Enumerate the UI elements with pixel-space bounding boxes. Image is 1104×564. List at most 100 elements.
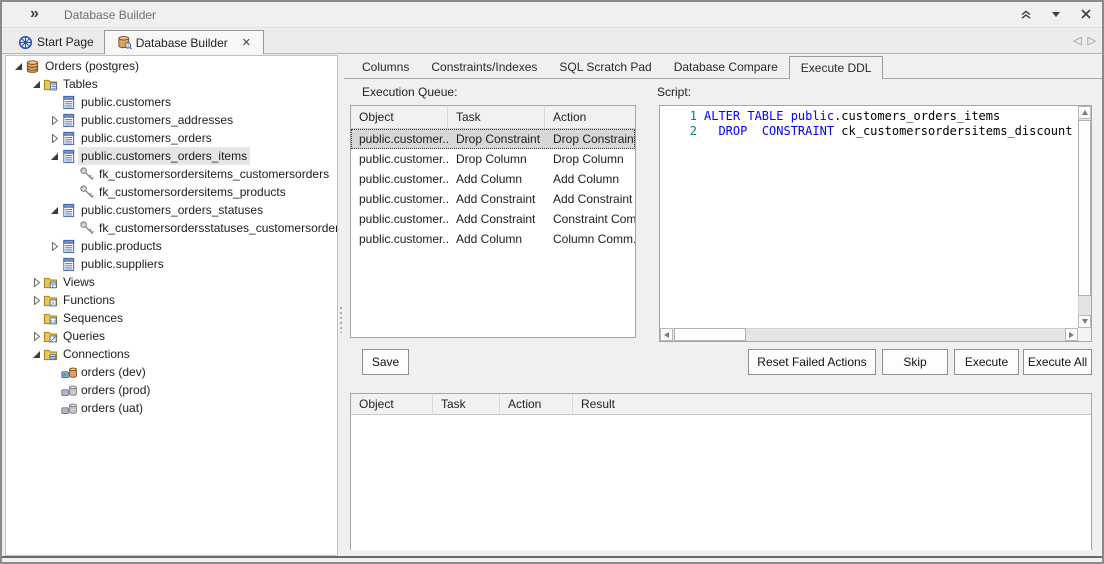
tree-collapsed-icon[interactable] [47, 116, 61, 125]
code-segment-keyword: public [791, 109, 834, 124]
script-editor[interactable]: 1ALTER TABLE public.customers_orders_ite… [659, 105, 1092, 342]
queue-cell-action: Column Comm... [545, 229, 635, 249]
connection-icon [61, 400, 78, 416]
tree-expanded-icon[interactable] [11, 62, 25, 71]
doc-tab-database-builder[interactable]: Database Builder ✕ [104, 30, 264, 54]
tree-item-label: public.customers_orders [78, 129, 215, 147]
tree-item-label: public.suppliers [78, 255, 167, 273]
close-tab-icon[interactable]: ✕ [242, 36, 251, 49]
sql-code-area[interactable]: 1ALTER TABLE public.customers_orders_ite… [660, 106, 1078, 328]
panel-tab-bar: ColumnsConstraints/IndexesSQL Scratch Pa… [344, 56, 1104, 79]
tree-collapsed-icon[interactable] [47, 134, 61, 143]
doc-tab-label: Database Builder [136, 36, 228, 50]
window-overflow-icon[interactable]: » [30, 5, 39, 23]
tree-item-label: Orders (postgres) [42, 57, 142, 75]
save-button[interactable]: Save [362, 349, 409, 375]
tree-item-label: public.customers_addresses [78, 111, 236, 129]
window-menu-caret-icon[interactable] [1048, 6, 1064, 22]
queue-column-header-object: Object [351, 106, 448, 128]
script-vertical-scrollbar[interactable] [1078, 106, 1091, 328]
close-window-icon[interactable] [1078, 6, 1094, 22]
vertical-scroll-thumb[interactable] [1078, 120, 1091, 296]
queue-row[interactable]: public.customer...Drop ColumnDrop Column [351, 149, 635, 169]
results-column-header-result: Result [573, 394, 1091, 414]
doc-tab-label: Start Page [37, 35, 94, 49]
scroll-down-icon[interactable] [1078, 315, 1091, 328]
queue-cell-object: public.customer... [351, 129, 448, 149]
queue-row[interactable]: public.customer...Add ConstraintConstrai… [351, 209, 635, 229]
queries-folder-icon [43, 329, 60, 344]
tree-item-label: Functions [60, 291, 118, 309]
tab-database-compare[interactable]: Database Compare [663, 57, 789, 78]
scroll-up-icon[interactable] [1078, 106, 1091, 119]
tree-item-fk-customersordersitems-customersorders[interactable]: fk_customersordersitems_customersorders [6, 165, 337, 183]
tree-item-public-customers-orders-items[interactable]: public.customers_orders_items [6, 147, 337, 165]
queue-row[interactable]: public.customer...Add ColumnAdd Column [351, 169, 635, 189]
queue-row[interactable]: public.customer...Add ConstraintAdd Cons… [351, 189, 635, 209]
tab-constraints-indexes[interactable]: Constraints/Indexes [420, 57, 548, 78]
tab-scroll-forward-icon[interactable]: ▷ [1088, 34, 1096, 47]
queue-row[interactable]: public.customer...Drop ConstraintDrop Co… [351, 129, 635, 149]
tree-item-public-suppliers[interactable]: public.suppliers [6, 255, 337, 273]
tree-collapsed-icon[interactable] [29, 332, 43, 341]
queue-cell-action: Drop Column [545, 149, 635, 169]
tree-item-orders-dev-[interactable]: orders (dev) [6, 363, 337, 381]
tree-expanded-icon[interactable] [47, 152, 61, 161]
line-number: 1 [660, 109, 704, 124]
tree-item-public-customers[interactable]: public.customers [6, 93, 337, 111]
tree-item-label: Sequences [60, 309, 126, 327]
tree-item-fk-customersordersstatuses-customersorders[interactable]: fk_customersordersstatuses_customersorde… [6, 219, 337, 237]
tree-item-label: Connections [60, 345, 133, 363]
tree-item-queries[interactable]: Queries [6, 327, 337, 345]
tab-sql-scratch-pad[interactable]: SQL Scratch Pad [548, 57, 662, 78]
execute-ddl-panel: ColumnsConstraints/IndexesSQL Scratch Pa… [344, 54, 1104, 556]
tree-expanded-icon[interactable] [47, 206, 61, 215]
tree-item-public-products[interactable]: public.products [6, 237, 337, 255]
tab-execute-ddl[interactable]: Execute DDL [789, 56, 884, 79]
tree-item-public-customers-orders-statuses[interactable]: public.customers_orders_statuses [6, 201, 337, 219]
tree-expanded-icon[interactable] [29, 80, 43, 89]
horizontal-scroll-thumb[interactable] [674, 328, 746, 341]
key-icon [79, 184, 96, 200]
table-icon [61, 149, 78, 164]
connections-folder-icon [43, 347, 60, 362]
queue-row[interactable]: public.customer...Add ColumnColumn Comm.… [351, 229, 635, 249]
tree-item-orders-postgres-[interactable]: Orders (postgres) [6, 57, 337, 75]
document-tab-bar: Start Page Database Builder ✕ ◁ ▷ [2, 29, 1102, 54]
tab-scroll-back-icon[interactable]: ◁ [1073, 34, 1081, 47]
tree-collapsed-icon[interactable] [29, 296, 43, 305]
key-icon [79, 166, 96, 182]
queue-cell-object: public.customer... [351, 169, 448, 189]
tree-item-label: fk_customersordersitems_products [96, 183, 289, 201]
tree-collapsed-icon[interactable] [29, 278, 43, 287]
tree-item-tables[interactable]: Tables [6, 75, 337, 93]
doc-tab-start-page[interactable]: Start Page [8, 31, 104, 53]
scroll-right-icon[interactable] [1065, 328, 1078, 341]
execute-button[interactable]: Execute [954, 349, 1019, 375]
tree-item-public-customers-addresses[interactable]: public.customers_addresses [6, 111, 337, 129]
script-horizontal-scrollbar[interactable] [660, 328, 1078, 341]
results-column-header-task: Task [433, 394, 500, 414]
tree-item-views[interactable]: Views [6, 273, 337, 291]
tree-item-label: Views [60, 273, 98, 291]
tree-expanded-icon[interactable] [29, 350, 43, 359]
execute-all-button[interactable]: Execute All [1023, 349, 1092, 375]
tree-item-orders-prod-[interactable]: orders (prod) [6, 381, 337, 399]
tree-item-fk-customersordersitems-products[interactable]: fk_customersordersitems_products [6, 183, 337, 201]
tab-columns[interactable]: Columns [351, 57, 420, 78]
tree-collapsed-icon[interactable] [47, 242, 61, 251]
execution-results-table: ObjectTaskActionResult [350, 393, 1092, 550]
table-icon [61, 239, 78, 254]
tree-item-public-customers-orders[interactable]: public.customers_orders [6, 129, 337, 147]
skip-button[interactable]: Skip [882, 349, 948, 375]
code-segment-keyword: CONSTRAINT [762, 124, 834, 139]
tree-item-sequences[interactable]: 12Sequences [6, 309, 337, 327]
tree-item-functions[interactable]: fxFunctions [6, 291, 337, 309]
collapse-window-icon[interactable] [1018, 6, 1034, 22]
window-title: Database Builder [64, 8, 156, 22]
reset-failed-actions-button[interactable]: Reset Failed Actions [748, 349, 876, 375]
scroll-left-icon[interactable] [660, 328, 673, 341]
tree-item-connections[interactable]: Connections [6, 345, 337, 363]
line-number: 2 [660, 124, 704, 139]
tree-item-orders-uat-[interactable]: orders (uat) [6, 399, 337, 417]
